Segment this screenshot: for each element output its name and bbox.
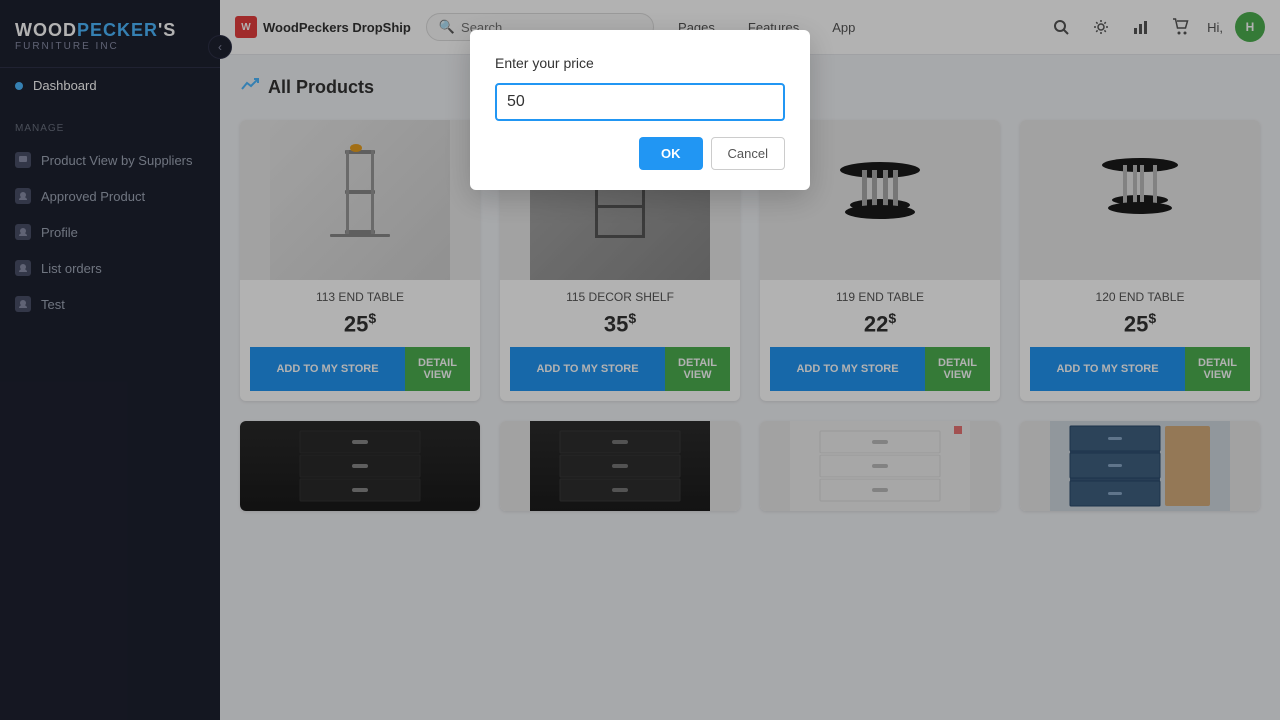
price-modal: Enter your price OK Cancel xyxy=(470,30,810,190)
price-input[interactable] xyxy=(495,83,785,121)
modal-title: Enter your price xyxy=(495,55,785,71)
cancel-button[interactable]: Cancel xyxy=(711,137,785,170)
modal-actions: OK Cancel xyxy=(495,137,785,170)
ok-button[interactable]: OK xyxy=(639,137,703,170)
modal-overlay: Enter your price OK Cancel xyxy=(0,0,1280,720)
